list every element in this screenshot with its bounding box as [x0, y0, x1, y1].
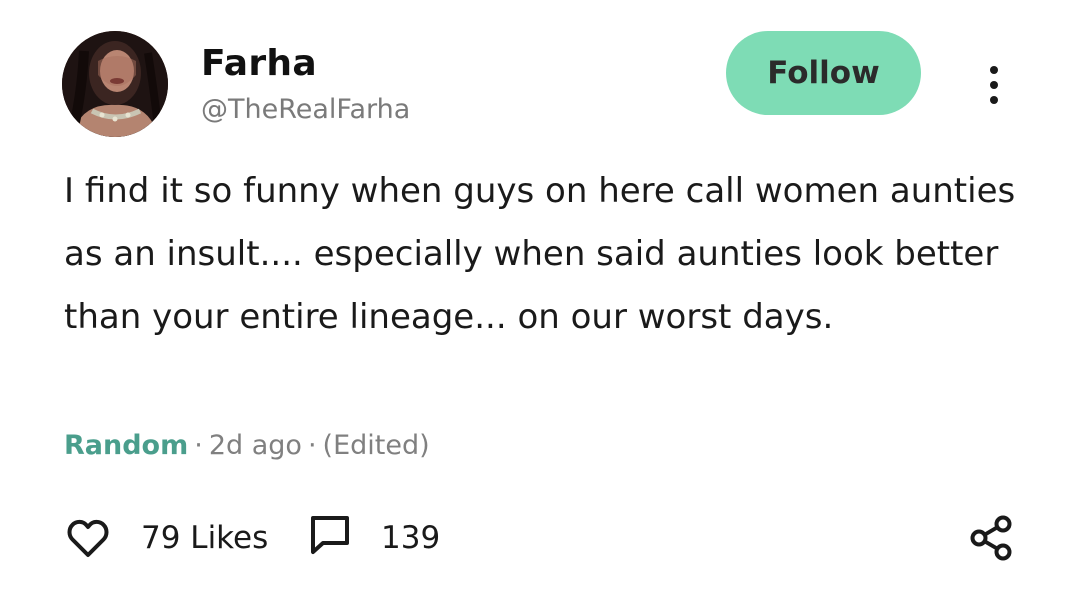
post-time: 2d ago: [208, 430, 302, 461]
more-dot: [990, 96, 998, 104]
more-options-button[interactable]: [976, 62, 1012, 108]
meta-separator: ·: [194, 430, 203, 461]
likes-count[interactable]: 79 Likes: [141, 520, 268, 556]
post-meta: Random · 2d ago · (Edited): [64, 430, 430, 461]
comment-icon: [311, 516, 349, 554]
post-category-link[interactable]: Random: [64, 430, 188, 461]
meta-separator: ·: [307, 430, 317, 461]
share-icon: [970, 515, 1012, 561]
post-card: Farha @TheRealFarha Follow I find it so …: [0, 0, 1080, 609]
author-name[interactable]: Farha: [201, 43, 317, 84]
post-edited: (Edited): [322, 430, 430, 461]
share-button[interactable]: [969, 514, 1013, 562]
comment-button[interactable]: [309, 513, 351, 557]
heart-icon: [67, 519, 109, 557]
more-dot: [990, 81, 998, 89]
follow-button[interactable]: Follow: [726, 31, 921, 115]
author-handle[interactable]: @TheRealFarha: [201, 94, 410, 125]
avatar[interactable]: [62, 31, 168, 137]
avatar-image: [62, 31, 168, 137]
post-actions: 79 Likes 139: [64, 510, 1016, 566]
like-button[interactable]: [64, 510, 112, 566]
more-vertical-icon: [990, 66, 998, 74]
comments-count[interactable]: 139: [381, 520, 440, 556]
post-text: I find it so funny when guys on here cal…: [64, 171, 1016, 337]
